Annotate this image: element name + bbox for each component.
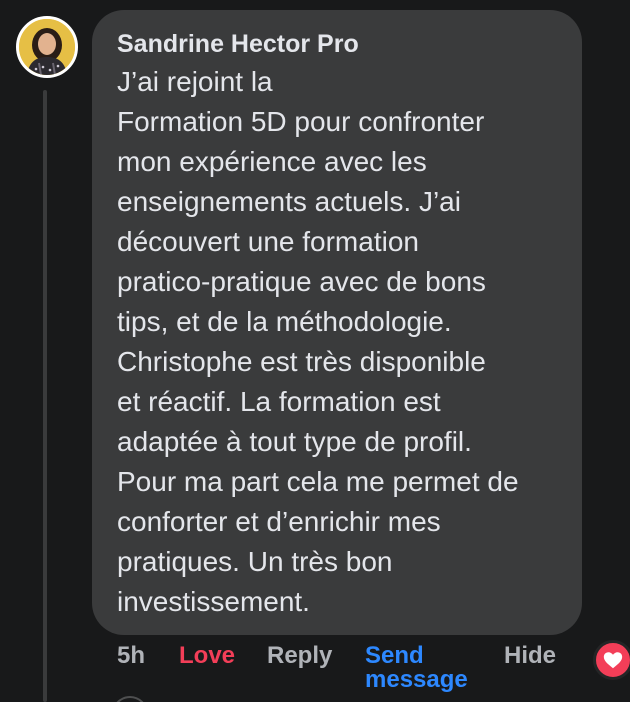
comment-body-line: enseignements actuels. J’ai [117, 186, 461, 217]
comment-author[interactable]: Sandrine Hector Pro [117, 28, 582, 60]
comment-body-line: conforter et d’enrichir mes [117, 506, 441, 537]
heart-icon [603, 652, 623, 669]
comment-body-line: découvert une formation [117, 226, 419, 257]
comment-body-line: Formation 5D pour confronter [117, 106, 485, 137]
reaction-badge[interactable] [593, 640, 630, 680]
comment-body-line: Christophe est très disponible [117, 346, 486, 377]
comment-body-line: pratico-pratique avec de bons [117, 266, 486, 297]
comment-actions: 5h Love Reply Send message Hide [0, 640, 630, 702]
love-button[interactable]: Love [179, 644, 235, 668]
comment-timestamp[interactable]: 5h [117, 644, 145, 668]
avatar[interactable] [16, 16, 78, 78]
thread-line [43, 90, 47, 702]
comment-body-line: investissement. [117, 586, 310, 617]
comment-body-line: pratiques. Un très bon [117, 546, 393, 577]
comment-body: J’ai rejoint la Formation 5D pour confro… [117, 62, 582, 622]
comment-body-line: mon expérience avec les [117, 146, 427, 177]
avatar-image [19, 19, 75, 75]
send-message-label-line1: Send [365, 642, 424, 669]
send-message-label-line2: message [365, 666, 468, 693]
comment-thread: Sandrine Hector Pro J’ai rejoint la Form… [0, 0, 630, 702]
comment-body-line: J’ai rejoint la [117, 66, 273, 97]
comment-bubble: Sandrine Hector Pro J’ai rejoint la Form… [92, 10, 582, 635]
comment-body-line: adaptée à tout type de profil. [117, 426, 472, 457]
hide-button[interactable]: Hide [504, 644, 556, 668]
reply-button[interactable]: Reply [267, 644, 332, 668]
send-message-button[interactable]: Send message [365, 644, 468, 692]
comment-body-line: tips, et de la méthodologie. [117, 306, 452, 337]
comment-body-line: et réactif. La formation est [117, 386, 441, 417]
comment-body-line: Pour ma part cela me permet de [117, 466, 519, 497]
